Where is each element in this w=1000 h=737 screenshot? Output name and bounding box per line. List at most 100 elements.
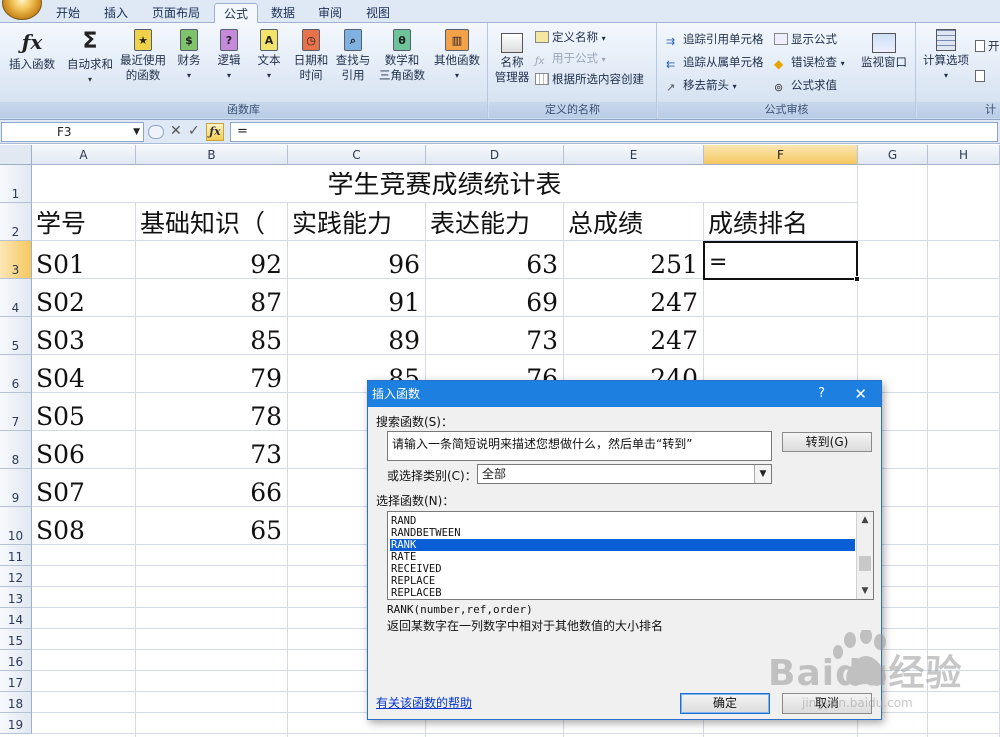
go-button[interactable]: 转到(G)	[782, 432, 872, 452]
column-header-e[interactable]: E	[564, 145, 704, 165]
text-button[interactable]: A 文本 ▾	[252, 29, 286, 83]
select-all-corner[interactable]	[0, 145, 32, 165]
math-trig-button[interactable]: θ 数学和 三角函数	[374, 29, 430, 83]
recent-functions-button[interactable]: ★ 最近使用 的函数	[117, 29, 169, 83]
function-item[interactable]: RECEIVED	[390, 563, 855, 575]
scroll-up-icon[interactable]: ▲	[857, 512, 873, 528]
row-header-11[interactable]: 11	[0, 545, 32, 566]
cell-e3[interactable]: 251	[564, 252, 703, 277]
row-header-4[interactable]: 4	[0, 279, 32, 317]
chevron-down-icon[interactable]: ▼	[754, 465, 771, 483]
row-header-7[interactable]: 7	[0, 393, 32, 431]
cell-b10[interactable]: 65	[136, 518, 287, 543]
search-function-input[interactable]: 请输入一条简短说明来描述您想做什么，然后单击“转到”	[387, 431, 772, 461]
datetime-button[interactable]: ◷ 日期和 时间	[290, 29, 332, 83]
trace-precedents-button[interactable]: ⇉ 追踪引用单元格	[666, 30, 764, 48]
cell-b7[interactable]: 78	[136, 404, 287, 429]
header-cell-f2[interactable]: 成绩排名	[704, 211, 857, 236]
cell-c5[interactable]: 89	[288, 328, 425, 353]
cell-e5[interactable]: 247	[564, 328, 703, 353]
column-header-a[interactable]: A	[32, 145, 136, 165]
remove-arrows-button[interactable]: ↗ 移去箭头 ▾	[666, 76, 737, 94]
cell-a4[interactable]: S02	[32, 290, 135, 315]
dialog-title-bar[interactable]: 插入函数	[368, 381, 881, 407]
cancel-icon[interactable]: ✕	[170, 123, 182, 139]
calc-sheet-button[interactable]	[975, 67, 988, 85]
cell-a3[interactable]: S01	[32, 252, 135, 277]
row-header-18[interactable]: 18	[0, 692, 32, 713]
sheet-title[interactable]: 学生竞赛成绩统计表	[32, 172, 857, 198]
cell-b9[interactable]: 66	[136, 480, 287, 505]
row-header-9[interactable]: 9	[0, 469, 32, 507]
header-cell-b2[interactable]: 基础知识（	[136, 211, 288, 236]
row-header-5[interactable]: 5	[0, 317, 32, 355]
scroll-down-icon[interactable]: ▼	[857, 583, 873, 599]
function-item-selected[interactable]: RANK	[390, 539, 855, 551]
row-header-19[interactable]: 19	[0, 713, 32, 734]
column-header-b[interactable]: B	[136, 145, 288, 165]
function-list-scrollbar[interactable]: ▲ ▼	[856, 512, 873, 599]
insert-function-fx-icon[interactable]: ƒx	[206, 123, 224, 141]
row-header-3[interactable]: 3	[0, 241, 32, 279]
function-item[interactable]: RATE	[390, 551, 855, 563]
row-header-2[interactable]: 2	[0, 203, 32, 241]
row-header-10[interactable]: 10	[0, 507, 32, 545]
tab-data[interactable]: 数据	[262, 3, 304, 23]
office-button[interactable]	[2, 0, 42, 20]
cell-b6[interactable]: 79	[136, 366, 287, 391]
column-header-f[interactable]: F	[704, 145, 858, 165]
function-item[interactable]: REPLACE	[390, 575, 855, 587]
fill-handle[interactable]	[854, 276, 860, 282]
column-header-h[interactable]: H	[928, 145, 1000, 165]
header-cell-c2[interactable]: 实践能力	[288, 211, 425, 236]
cell-a6[interactable]: S04	[32, 366, 135, 391]
close-icon[interactable]: ✕	[854, 381, 867, 407]
row-header-16[interactable]: 16	[0, 650, 32, 671]
calc-options-button[interactable]: 计算选项 ▾	[919, 29, 973, 83]
autosum-button[interactable]: Σ 自动求和 ▾	[64, 29, 116, 87]
tab-review[interactable]: 审阅	[308, 3, 352, 23]
cell-c4[interactable]: 91	[288, 290, 425, 315]
formula-bar-handle-icon[interactable]	[148, 125, 164, 139]
use-in-formula-button[interactable]: ƒx 用于公式 ▾	[535, 49, 606, 67]
tab-view[interactable]: 视图	[356, 3, 400, 23]
more-functions-button[interactable]: ▥ 其他函数 ▾	[430, 29, 484, 83]
cell-a9[interactable]: S07	[32, 480, 135, 505]
row-header-13[interactable]: 13	[0, 587, 32, 608]
cell-a5[interactable]: S03	[32, 328, 135, 353]
define-name-button[interactable]: 定义名称 ▾	[535, 28, 606, 46]
help-icon[interactable]: ?	[818, 381, 825, 407]
function-item[interactable]: RAND	[390, 515, 855, 527]
row-header-1[interactable]: 1	[0, 165, 32, 203]
lookup-button[interactable]: ⌕ 查找与 引用	[332, 29, 374, 83]
header-cell-d2[interactable]: 表达能力	[426, 211, 563, 236]
cell-a7[interactable]: S05	[32, 404, 135, 429]
row-header-17[interactable]: 17	[0, 671, 32, 692]
function-item[interactable]: REPLACEB	[390, 587, 855, 599]
cell-e4[interactable]: 247	[564, 290, 703, 315]
logical-button[interactable]: ? 逻辑 ▾	[212, 29, 246, 83]
row-header-15[interactable]: 15	[0, 629, 32, 650]
cell-b3[interactable]: 92	[136, 252, 287, 277]
formula-input[interactable]: =	[230, 122, 998, 142]
tab-formulas[interactable]: 公式	[214, 3, 258, 24]
tab-page-layout[interactable]: 页面布局	[142, 3, 210, 23]
header-cell-e2[interactable]: 总成绩	[564, 211, 703, 236]
enter-icon[interactable]: ✓	[188, 123, 200, 139]
column-header-g[interactable]: G	[858, 145, 928, 165]
function-help-link[interactable]: 有关该函数的帮助	[376, 694, 472, 711]
trace-dependents-button[interactable]: ⇇ 追踪从属单元格	[666, 53, 764, 71]
cell-a10[interactable]: S08	[32, 518, 135, 543]
ok-button[interactable]: 确定	[680, 693, 770, 714]
calc-now-button[interactable]: 开	[975, 37, 1000, 55]
watch-window-button[interactable]: 监视窗口	[856, 33, 912, 70]
error-checking-button[interactable]: ◆ 错误检查 ▾	[774, 53, 845, 71]
active-cell-f3[interactable]: =	[703, 241, 858, 280]
cell-a8[interactable]: S06	[32, 442, 135, 467]
financial-button[interactable]: $ 财务 ▾	[172, 29, 206, 83]
cell-b5[interactable]: 85	[136, 328, 287, 353]
cell-d4[interactable]: 69	[426, 290, 563, 315]
cell-b4[interactable]: 87	[136, 290, 287, 315]
name-box[interactable]: F3 ▼	[1, 122, 144, 142]
cell-d3[interactable]: 63	[426, 252, 563, 277]
